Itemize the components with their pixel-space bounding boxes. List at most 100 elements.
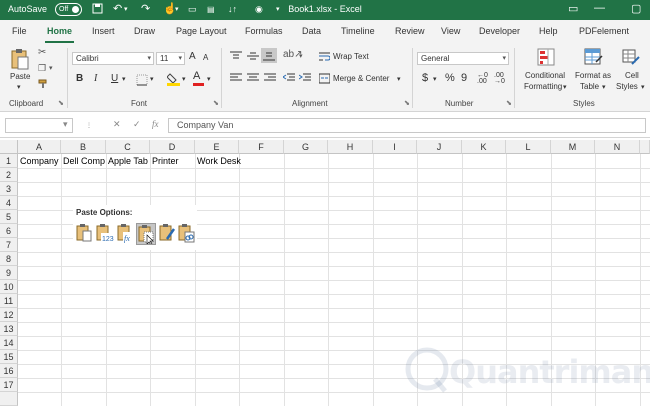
orientation-dropdown-icon[interactable]: ▾ xyxy=(299,52,303,60)
tab-pdfelement[interactable]: PDFelement xyxy=(579,26,629,36)
formula-bar-resize-icon[interactable]: ⋮ xyxy=(86,122,92,129)
formula-input[interactable]: Company Van xyxy=(168,118,646,133)
paste-values-icon[interactable]: 123 xyxy=(95,223,115,245)
row-header[interactable]: 17 xyxy=(0,378,18,392)
number-format-combo[interactable]: General ▾ xyxy=(417,52,509,65)
column-header[interactable]: E xyxy=(195,140,239,154)
font-color-dropdown-icon[interactable]: ▾ xyxy=(207,75,211,83)
column-header[interactable]: B xyxy=(61,140,106,154)
align-center-icon[interactable] xyxy=(247,73,259,85)
align-middle-icon[interactable] xyxy=(247,51,259,63)
paste-default-icon[interactable] xyxy=(75,223,95,245)
align-bottom-button[interactable] xyxy=(261,48,277,63)
column-header[interactable]: D xyxy=(150,140,195,154)
borders-icon[interactable] xyxy=(136,74,148,88)
column-header[interactable]: H xyxy=(328,140,373,154)
row-header[interactable]: 11 xyxy=(0,294,18,308)
cell-styles-label-2[interactable]: Styles xyxy=(616,82,638,91)
cancel-icon[interactable]: ✕ xyxy=(113,119,121,130)
increase-decimal-icon[interactable]: ←0.00 xyxy=(477,72,488,85)
row-header[interactable]: 8 xyxy=(0,252,18,266)
underline-dropdown-icon[interactable]: ▾ xyxy=(122,75,126,83)
paste-label[interactable]: Paste xyxy=(10,72,30,81)
format-as-table-icon[interactable] xyxy=(584,48,603,68)
column-header[interactable]: C xyxy=(106,140,150,154)
paste-no-borders-icon[interactable] xyxy=(136,223,156,246)
cut-icon[interactable]: ✂ xyxy=(38,47,46,58)
column-header[interactable]: M xyxy=(551,140,595,154)
row-header[interactable]: 13 xyxy=(0,322,18,336)
cell-d1[interactable]: Printer xyxy=(151,155,195,168)
column-header[interactable] xyxy=(640,140,650,154)
row-header[interactable]: 4 xyxy=(0,196,18,210)
column-header[interactable]: N xyxy=(595,140,640,154)
font-name-combo[interactable]: Calibri ▾ xyxy=(72,52,154,65)
tab-developer[interactable]: Developer xyxy=(479,26,520,36)
shrink-font-button[interactable]: A xyxy=(203,53,208,62)
tab-help[interactable]: Help xyxy=(539,26,558,36)
row-header[interactable]: 5 xyxy=(0,210,18,224)
minimize-icon[interactable]: — xyxy=(594,2,605,14)
align-right-icon[interactable] xyxy=(264,73,276,85)
copy-dropdown-icon[interactable]: ▾ xyxy=(49,64,53,72)
row-header[interactable]: 9 xyxy=(0,266,18,280)
enter-icon[interactable]: ✓ xyxy=(133,119,141,130)
currency-button[interactable]: $ xyxy=(422,72,428,84)
grow-font-button[interactable]: A xyxy=(189,51,196,62)
paste-formulas-icon[interactable]: fx xyxy=(116,223,136,245)
row-header[interactable]: 3 xyxy=(0,182,18,196)
align-top-icon[interactable] xyxy=(230,51,242,63)
decrease-indent-icon[interactable] xyxy=(282,73,295,85)
row-header[interactable] xyxy=(0,392,18,406)
row-header[interactable]: 6 xyxy=(0,224,18,238)
tab-timeline[interactable]: Timeline xyxy=(341,26,375,36)
underline-button[interactable]: U xyxy=(111,73,118,84)
font-size-combo[interactable]: 11 ▾ xyxy=(156,52,185,65)
row-header[interactable]: 2 xyxy=(0,168,18,182)
font-color-icon[interactable]: A xyxy=(193,70,200,82)
cell-a1[interactable]: Company xyxy=(19,155,61,168)
conditional-dropdown-icon[interactable]: ▾ xyxy=(563,83,567,91)
row-header[interactable]: 1 xyxy=(0,154,18,168)
tab-draw[interactable]: Draw xyxy=(134,26,155,36)
column-header[interactable]: L xyxy=(506,140,551,154)
tab-review[interactable]: Review xyxy=(395,26,425,36)
conditional-formatting-label-2[interactable]: Formatting xyxy=(524,82,562,91)
tab-home[interactable]: Home xyxy=(44,26,75,43)
tab-data[interactable]: Data xyxy=(302,26,321,36)
cell-c1[interactable]: Apple Tab xyxy=(107,155,150,168)
decrease-decimal-icon[interactable]: .00 →0 xyxy=(494,72,505,85)
row-header[interactable]: 7 xyxy=(0,238,18,252)
column-header[interactable]: A xyxy=(18,140,61,154)
number-launcher-icon[interactable]: ⬊ xyxy=(506,99,512,107)
alignment-launcher-icon[interactable]: ⬊ xyxy=(404,99,410,107)
paste-link-icon[interactable] xyxy=(177,223,197,245)
cell-e1[interactable]: Work Desk xyxy=(196,155,284,168)
format-painter-icon[interactable] xyxy=(38,79,48,91)
paste-dropdown-icon[interactable]: ▾ xyxy=(17,83,21,91)
percent-button[interactable]: % xyxy=(445,72,455,84)
select-all-button[interactable] xyxy=(0,140,18,154)
cell-styles-icon[interactable] xyxy=(622,48,640,68)
row-header[interactable]: 14 xyxy=(0,336,18,350)
font-launcher-icon[interactable]: ⬊ xyxy=(213,99,219,107)
paste-icon[interactable] xyxy=(10,48,30,72)
column-header[interactable]: J xyxy=(417,140,462,154)
ribbon-options-icon[interactable]: ▭ xyxy=(568,2,578,15)
merge-dropdown-icon[interactable]: ▾ xyxy=(397,75,401,83)
maximize-icon[interactable]: ▢ xyxy=(631,2,641,15)
italic-button[interactable]: I xyxy=(94,73,97,84)
format-table-dropdown-icon[interactable]: ▾ xyxy=(602,83,606,91)
tab-insert[interactable]: Insert xyxy=(92,26,115,36)
clipboard-launcher-icon[interactable]: ⬊ xyxy=(58,99,64,107)
column-header[interactable]: G xyxy=(284,140,328,154)
tab-formulas[interactable]: Formulas xyxy=(245,26,283,36)
fill-color-icon[interactable] xyxy=(166,72,180,88)
increase-indent-icon[interactable] xyxy=(298,73,311,85)
name-box-dropdown-icon[interactable]: ▾ xyxy=(63,119,68,130)
row-header[interactable]: 12 xyxy=(0,308,18,322)
cell-styles-label-1[interactable]: Cell xyxy=(625,71,639,80)
tab-view[interactable]: View xyxy=(441,26,460,36)
wrap-text-label[interactable]: Wrap Text xyxy=(333,52,369,61)
column-header[interactable]: K xyxy=(462,140,506,154)
